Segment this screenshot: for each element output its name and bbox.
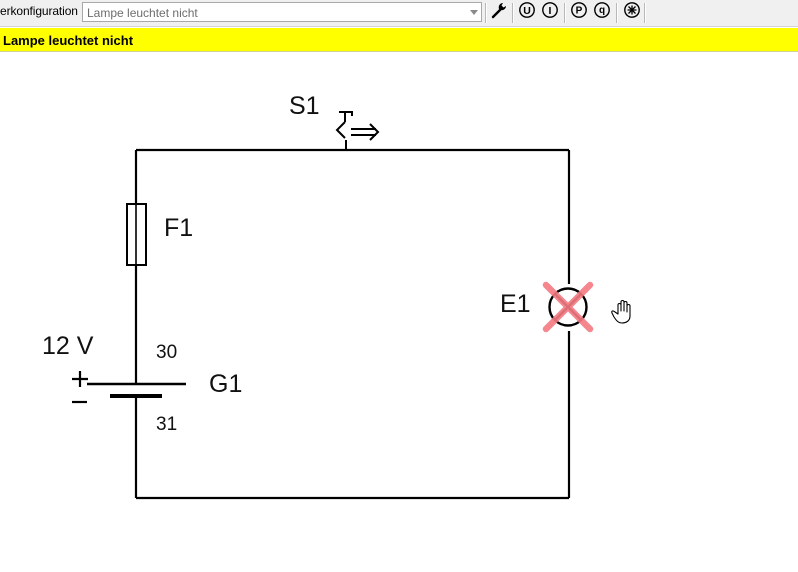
terminal-negative-label: 31: [156, 414, 178, 435]
status-message: Lampe leuchtet nicht: [3, 33, 134, 48]
power-icon: P: [570, 1, 588, 24]
lamp-label: E1: [500, 290, 531, 318]
power-button[interactable]: P: [569, 2, 589, 23]
toolbar: erkonfiguration Lampe leuchtet nicht U I…: [0, 0, 798, 27]
voltage-icon: U: [518, 1, 536, 24]
current-button[interactable]: I: [540, 2, 560, 23]
svg-text:q: q: [599, 5, 605, 16]
chevron-down-icon[interactable]: [467, 3, 481, 21]
battery-label: G1: [209, 370, 243, 398]
lamp-icon: [623, 1, 641, 24]
configuration-select[interactable]: Lampe leuchtet nicht: [82, 2, 482, 22]
status-bar: Lampe leuchtet nicht: [0, 28, 798, 52]
wrench-icon: [490, 1, 508, 24]
toolbar-separator: [616, 3, 618, 23]
hand-cursor-icon: [611, 299, 631, 324]
circuit-canvas: S1 F1 E1 12 V G1 30 31: [0, 52, 798, 572]
toolbar-separator: [485, 3, 487, 23]
switch-s1[interactable]: [335, 111, 380, 150]
svg-text:P: P: [576, 5, 583, 16]
toolbar-separator: [644, 3, 646, 23]
battery-voltage-label: 12 V: [42, 332, 94, 360]
svg-text:I: I: [549, 5, 552, 17]
current-icon: I: [541, 1, 559, 24]
voltage-button[interactable]: U: [517, 2, 537, 23]
configuration-select-value: Lampe leuchtet nicht: [87, 6, 198, 20]
toolbar-separator: [564, 3, 566, 23]
terminal-positive-label: 30: [156, 342, 178, 363]
switch-label: S1: [289, 92, 320, 120]
configuration-label: erkonfiguration: [0, 4, 78, 18]
charge-button[interactable]: q: [592, 2, 612, 23]
toolbar-separator: [512, 3, 514, 23]
tools-button[interactable]: [489, 2, 509, 23]
fuse-f1[interactable]: [126, 203, 147, 266]
lamp-button[interactable]: [622, 2, 642, 23]
battery-g1[interactable]: [72, 371, 186, 404]
circuit-diagram: [72, 111, 631, 500]
svg-text:U: U: [523, 5, 531, 17]
charge-icon: q: [593, 1, 611, 24]
fuse-label: F1: [164, 214, 194, 242]
